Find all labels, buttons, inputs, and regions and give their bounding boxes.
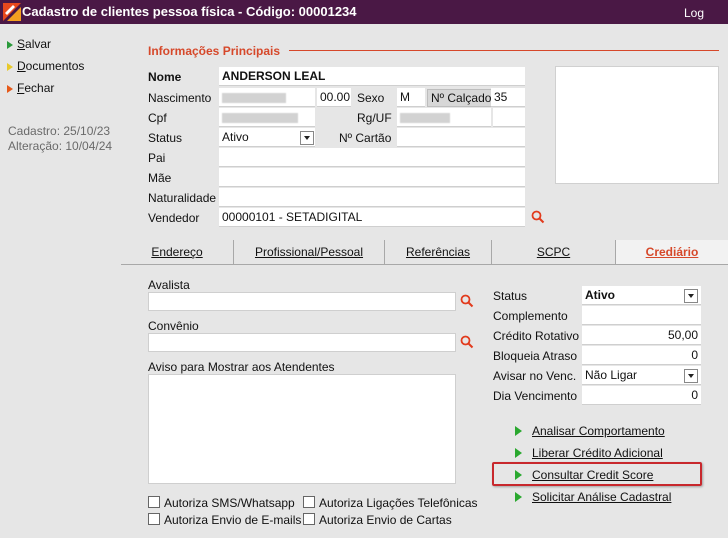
avisar-label: Avisar no Venc. — [493, 369, 577, 383]
checkbox[interactable] — [303, 496, 315, 508]
dia-field[interactable]: 0 — [582, 386, 701, 405]
aviso-textarea[interactable] — [148, 374, 456, 484]
chevron-down-icon[interactable] — [684, 369, 698, 383]
log-button[interactable]: Log — [684, 6, 704, 20]
window-title: Cadastro de clientes pessoa física - Cód… — [22, 4, 357, 19]
calcado-label: Nº Calçado — [427, 89, 496, 107]
sidebar-item-documentos[interactable]: Documentos — [7, 59, 84, 73]
tab-crediario[interactable]: Crediário — [616, 240, 728, 264]
rguf-field[interactable] — [397, 108, 491, 127]
check-label: Autoriza SMS/Whatsapp — [164, 496, 295, 510]
bloqueia-field[interactable]: 0 — [582, 346, 701, 365]
mae-label: Mãe — [148, 171, 172, 185]
link-label: Solicitar Análise Cadastral — [532, 490, 672, 504]
play-icon — [7, 84, 13, 93]
play-icon — [515, 448, 522, 458]
checkbox[interactable] — [148, 513, 160, 525]
tab-profissional[interactable]: Profissional/Pessoal — [234, 240, 385, 264]
play-icon — [7, 62, 13, 71]
nome-label: Nome — [148, 70, 182, 84]
tab-endereco[interactable]: Endereço — [121, 240, 234, 264]
nome-field[interactable]: ANDERSON LEAL — [219, 67, 525, 86]
vendedor-label: Vendedor — [148, 211, 200, 225]
analisar-comportamento-link[interactable]: Analisar Comportamento — [515, 424, 665, 438]
photo-placeholder[interactable] — [555, 66, 719, 184]
play-icon — [515, 426, 522, 436]
uf-field[interactable] — [493, 108, 525, 127]
sidebar-item-label: Fechar — [17, 81, 55, 95]
title-bar: Cadastro de clientes pessoa física - Cód… — [0, 0, 728, 24]
app-logo-icon — [3, 3, 21, 21]
tab-divider — [121, 264, 728, 265]
tab-bar: Endereço Profissional/Pessoal Referência… — [121, 240, 728, 264]
checkbox[interactable] — [303, 513, 315, 525]
cartao-label: Nº Cartão — [339, 131, 392, 145]
complemento-label: Complemento — [493, 309, 568, 323]
sexo-label: Sexo — [357, 91, 385, 105]
mae-field[interactable] — [219, 168, 525, 187]
link-label: Analisar Comportamento — [532, 424, 665, 438]
pai-label: Pai — [148, 151, 166, 165]
check-label: Autoriza Envio de E-mails — [164, 513, 302, 527]
chevron-down-icon[interactable] — [684, 289, 698, 303]
check-cartas[interactable]: Autoriza Envio de Cartas — [303, 513, 452, 527]
check-sms[interactable]: Autoriza SMS/Whatsapp — [148, 496, 295, 510]
sidebar-item-salvar[interactable]: Salvar — [7, 37, 51, 51]
aviso-label: Aviso para Mostrar aos Atendentes — [148, 360, 335, 374]
complemento-field[interactable] — [582, 306, 701, 325]
play-icon — [515, 492, 522, 502]
cadastro-date: Cadastro: 25/10/23 — [8, 124, 111, 138]
convenio-field[interactable] — [148, 333, 456, 352]
cpf-label: Cpf — [148, 111, 167, 125]
rguf-label: Rg/UF — [357, 111, 392, 125]
search-icon[interactable] — [531, 210, 545, 224]
section-title: Informações Principais — [148, 44, 281, 58]
check-label: Autoriza Envio de Cartas — [319, 513, 452, 527]
cpf-field[interactable] — [219, 108, 315, 127]
cred-status-label: Status — [493, 289, 528, 303]
play-icon — [7, 40, 13, 49]
sidebar-item-fechar[interactable]: Fechar — [7, 81, 54, 95]
section-divider — [289, 50, 719, 51]
avalista-field[interactable] — [148, 292, 456, 311]
liberar-credito-link[interactable]: Liberar Crédito Adicional — [515, 446, 663, 460]
bloqueia-label: Bloqueia Atraso — [493, 349, 578, 363]
convenio-label: Convênio — [148, 319, 199, 333]
search-icon[interactable] — [460, 294, 474, 308]
check-emails[interactable]: Autoriza Envio de E-mails — [148, 513, 301, 527]
naturalidade-field[interactable] — [219, 188, 525, 207]
nascimento-label: Nascimento — [148, 91, 212, 105]
sexo-field[interactable]: M — [397, 88, 425, 107]
sidebar-item-label: Salvar — [17, 37, 52, 51]
credito-label: Crédito Rotativo — [493, 329, 580, 343]
pai-field[interactable] — [219, 148, 525, 167]
cartao-field[interactable] — [397, 128, 525, 147]
avalista-label: Avalista — [148, 278, 190, 292]
nascimento-field[interactable] — [219, 88, 315, 107]
credito-field[interactable]: 50,00 — [582, 326, 701, 345]
check-ligacoes[interactable]: Autoriza Ligações Telefônicas — [303, 496, 478, 510]
solicitar-analise-link[interactable]: Solicitar Análise Cadastral — [515, 490, 671, 504]
idade-field[interactable]: 00.00 — [317, 88, 351, 107]
tab-referencias[interactable]: Referências — [385, 240, 492, 264]
tab-scpc[interactable]: SCPC — [492, 240, 616, 264]
dia-label: Dia Vencimento — [493, 389, 578, 403]
search-icon[interactable] — [460, 335, 474, 349]
link-label: Liberar Crédito Adicional — [532, 446, 663, 460]
highlight-box — [492, 462, 702, 486]
vendedor-field[interactable]: 00000101 - SETADIGITAL — [219, 208, 525, 227]
check-label: Autoriza Ligações Telefônicas — [319, 496, 478, 510]
naturalidade-label: Naturalidade — [148, 191, 217, 205]
checkbox[interactable] — [148, 496, 160, 508]
sidebar-item-label: Documentos — [17, 59, 85, 73]
chevron-down-icon[interactable] — [300, 131, 314, 145]
status-label: Status — [148, 131, 183, 145]
calcado-field[interactable]: 35 — [491, 88, 525, 107]
main-panel: Informações Principais Nome ANDERSON LEA… — [121, 24, 728, 538]
sidebar: Salvar Documentos Fechar Cadastro: 25/10… — [0, 24, 120, 538]
alteracao-date: Alteração: 10/04/24 — [8, 139, 113, 153]
